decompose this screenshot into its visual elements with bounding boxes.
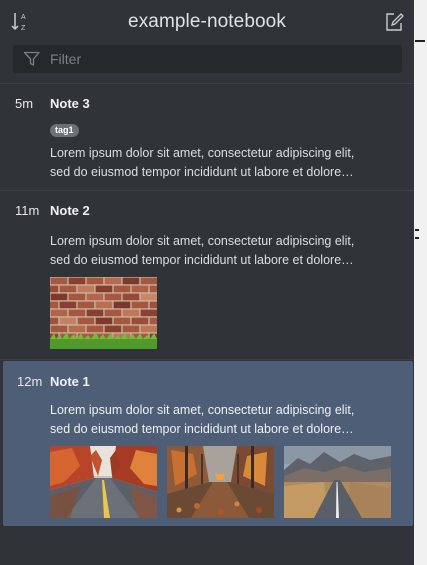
divider [0,359,414,360]
note-preview: Lorem ipsum dolor sit amet, consectetur … [50,401,402,439]
note-title: Note 1 [50,374,90,389]
note-preview: Lorem ipsum dolor sit amet, consectetur … [50,232,402,270]
strip-mark [415,40,425,42]
preview-line: Lorem ipsum dolor sit amet, consectetur … [50,403,355,417]
mountain-road-image[interactable] [284,446,391,518]
note-preview: Lorem ipsum dolor sit amet, consectetur … [50,144,402,182]
note-title: Note 2 [50,203,90,218]
brick-wall-image[interactable] [50,277,157,349]
note-time: 11m [15,203,40,218]
list-bottom-space [0,526,414,565]
note-list-item[interactable]: 11m Note 2 Lorem ipsum dolor sit amet, c… [0,191,414,359]
strip-mark [415,229,419,231]
note-time: 5m [15,96,34,111]
autumn-forest-path-image[interactable] [167,446,274,518]
note-list-item-selected[interactable]: 12m Note 1 Lorem ipsum dolor sit amet, c… [3,361,413,526]
preview-line: sed do eiusmod tempor incididunt ut labo… [50,165,354,179]
notebook-title: example-notebook [128,11,286,32]
tag-badge[interactable]: tag1 [50,124,79,137]
strip-mark [415,237,419,239]
notes-panel: A Z example-notebook 5m Note 3 tag1 Lore… [0,0,414,565]
funnel-icon [23,51,41,67]
filter-box [13,45,402,73]
preview-line: sed do eiusmod tempor incididunt ut labo… [50,422,354,436]
filter-input[interactable] [50,45,390,73]
note-title: Note 3 [50,96,90,111]
note-time: 12m [17,374,43,389]
preview-line: Lorem ipsum dolor sit amet, consectetur … [50,146,355,160]
panel-header: A Z example-notebook [0,0,414,44]
edit-icon[interactable] [384,11,406,33]
note-list-item[interactable]: 5m Note 3 tag1 Lorem ipsum dolor sit ame… [0,84,414,190]
preview-line: sed do eiusmod tempor incididunt ut labo… [50,253,354,267]
preview-line: Lorem ipsum dolor sit amet, consectetur … [50,234,355,248]
autumn-road-image[interactable] [50,446,157,518]
adjacent-window-strip [414,0,427,565]
